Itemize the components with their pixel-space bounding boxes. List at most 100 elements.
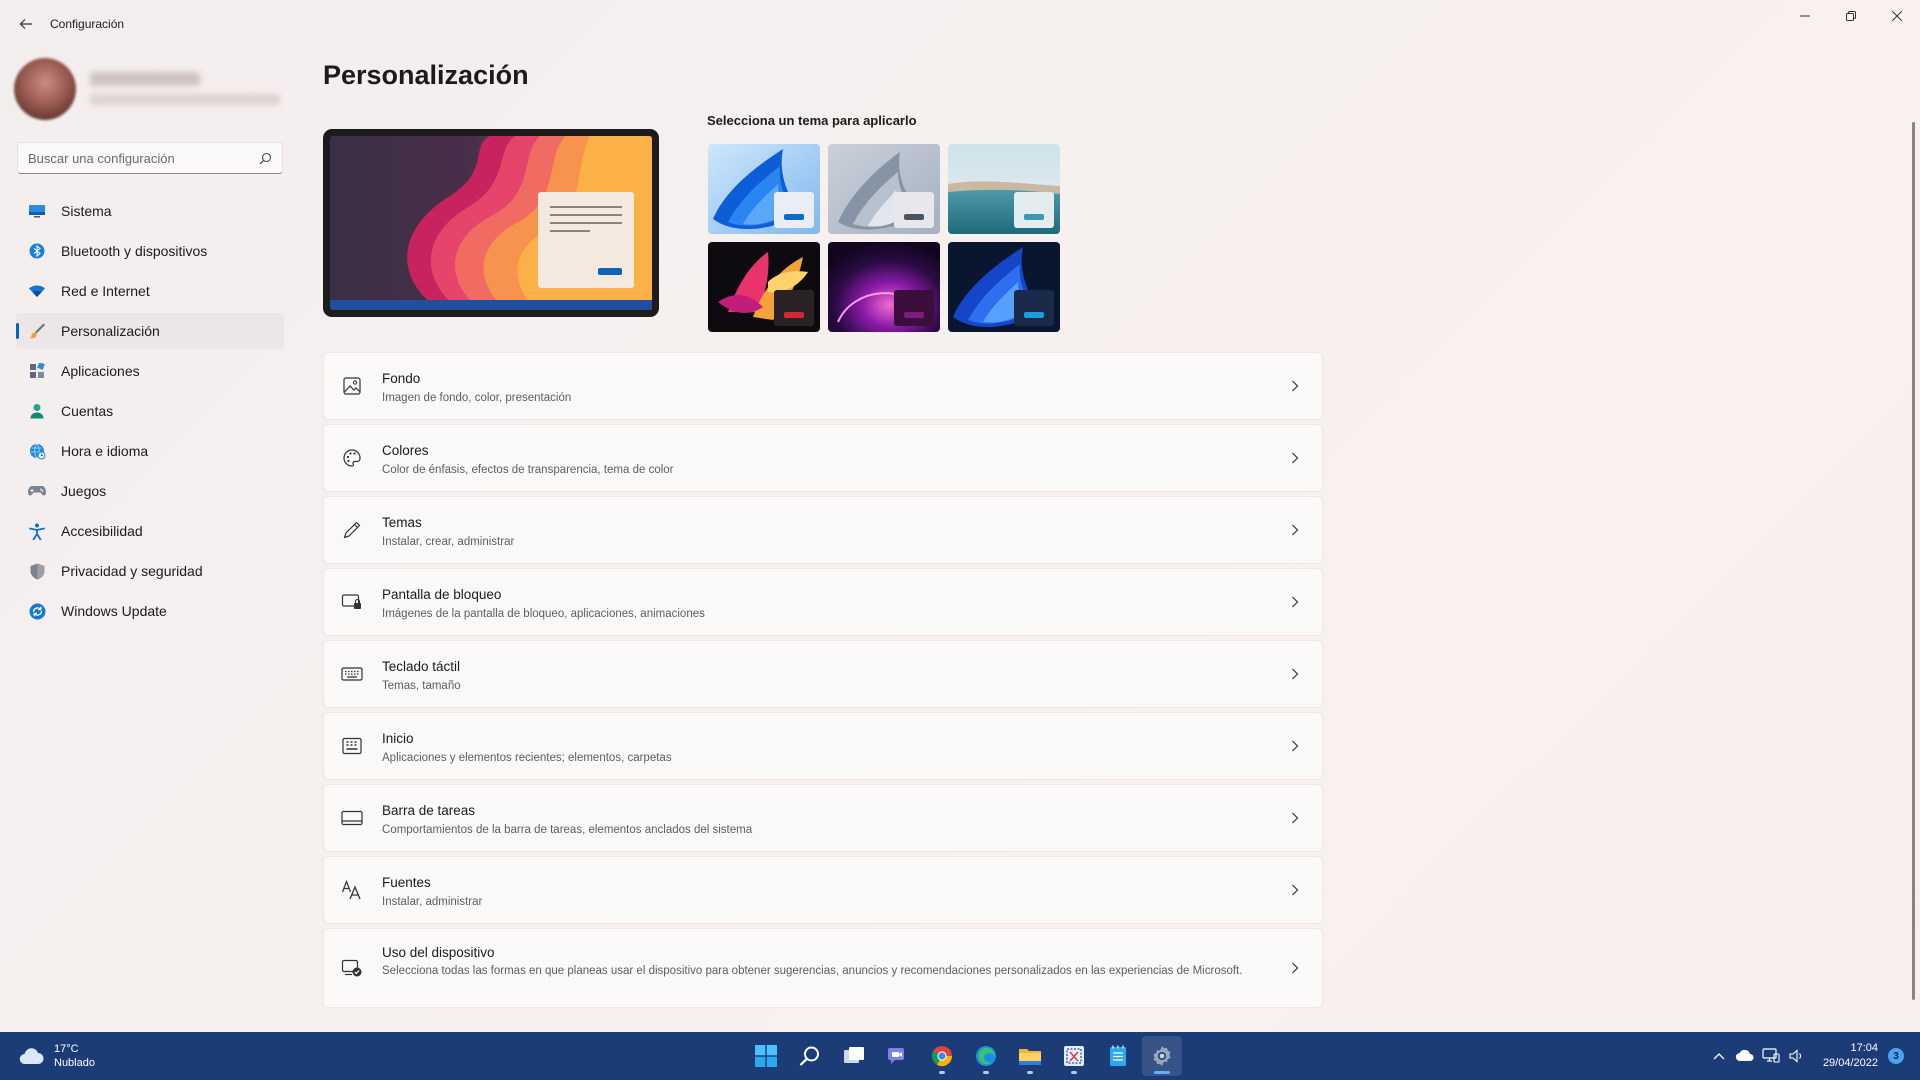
theme-tile-windows-light[interactable] [708, 144, 820, 234]
notepad-button[interactable] [1098, 1036, 1138, 1076]
volume-icon[interactable] [1785, 1044, 1809, 1068]
card-description: Comportamientos de la barra de tareas, e… [382, 824, 753, 836]
snipping-tool-icon [1064, 1046, 1084, 1066]
minimize-button[interactable] [1782, 0, 1828, 32]
chrome-button[interactable] [922, 1036, 962, 1076]
card-pantalla-bloqueo[interactable]: Pantalla de bloqueo Imágenes de la panta… [323, 568, 1323, 636]
sidebar-item-windows-update[interactable]: Windows Update [16, 593, 284, 629]
card-colores[interactable]: Colores Color de énfasis, efectos de tra… [323, 424, 1323, 492]
card-description: Color de énfasis, efectos de transparenc… [382, 464, 674, 476]
card-inicio[interactable]: Inicio Aplicaciones y elementos reciente… [323, 712, 1323, 780]
theme-tile-captured-motion[interactable] [948, 144, 1060, 234]
taskbar-icon [340, 806, 364, 830]
notification-badge[interactable]: 3 [1888, 1048, 1904, 1064]
sidebar-item-cuentas[interactable]: Cuentas [16, 393, 284, 429]
sidebar-item-red[interactable]: Red e Internet [16, 273, 284, 309]
settings-cards: Fondo Imagen de fondo, color, presentaci… [323, 352, 1323, 1012]
teams-chat-icon [888, 1048, 904, 1064]
card-temas[interactable]: Temas Instalar, crear, administrar [323, 496, 1323, 564]
restore-button[interactable] [1828, 0, 1874, 32]
sidebar-item-label: Aplicaciones [61, 363, 140, 379]
notepad-icon [1110, 1045, 1126, 1066]
close-icon [1892, 11, 1902, 21]
file-explorer-icon [1019, 1049, 1041, 1065]
chevron-right-icon [1288, 961, 1302, 975]
arrow-left-icon [19, 19, 32, 29]
network-icon[interactable] [1759, 1044, 1783, 1068]
teams-chat-button[interactable] [878, 1036, 918, 1076]
start-button[interactable] [746, 1036, 786, 1076]
card-title: Barra de tareas [382, 803, 476, 818]
card-title: Teclado táctil [382, 659, 461, 674]
sidebar-item-hora[interactable]: Hora e idioma [16, 433, 284, 469]
sidebar-item-accesibilidad[interactable]: Accesibilidad [16, 513, 284, 549]
sidebar-item-bluetooth[interactable]: Bluetooth y dispositivos [16, 233, 284, 269]
sidebar-item-aplicaciones[interactable]: Aplicaciones [16, 353, 284, 389]
system-tray: 17:04 29/04/2022 3 [1705, 1032, 1904, 1080]
card-fuentes[interactable]: Fuentes Instalar, administrar [323, 856, 1323, 924]
clock[interactable]: 17:04 29/04/2022 [1823, 1041, 1878, 1071]
keyboard-icon [340, 662, 364, 686]
search-box[interactable] [17, 142, 283, 174]
sidebar-item-personalizacion[interactable]: Personalización [16, 313, 284, 349]
edge-button[interactable] [966, 1036, 1006, 1076]
vertical-scrollbar[interactable] [1912, 122, 1915, 1000]
restore-icon [1846, 11, 1856, 21]
settings-button[interactable] [1142, 1036, 1182, 1076]
card-description: Temas, tamaño [382, 680, 461, 692]
card-fondo[interactable]: Fondo Imagen de fondo, color, presentaci… [323, 352, 1323, 420]
gamepad-icon [28, 482, 46, 500]
card-description: Selecciona todas las formas en que plane… [382, 965, 1243, 977]
sidebar-item-label: Personalización [61, 323, 160, 339]
start-icon [755, 1045, 777, 1067]
shield-icon [28, 562, 46, 580]
clock-date: 29/04/2022 [1822, 1057, 1878, 1069]
start-menu-icon [340, 734, 364, 758]
chevron-right-icon [1288, 595, 1302, 609]
taskbar-apps [744, 1036, 1184, 1076]
onedrive-icon[interactable] [1733, 1044, 1757, 1068]
sidebar-item-sistema[interactable]: Sistema [16, 193, 284, 229]
weather-condition: Nublado [54, 1057, 95, 1069]
theme-tile-windows-dark[interactable] [948, 242, 1060, 332]
chevron-right-icon [1288, 451, 1302, 465]
card-description: Imagen de fondo, color, presentación [382, 392, 572, 404]
card-description: Instalar, crear, administrar [382, 536, 515, 548]
chevron-up-icon[interactable] [1707, 1044, 1731, 1068]
preview-taskbar [330, 300, 652, 310]
card-description: Instalar, administrar [382, 896, 483, 908]
search-input[interactable] [28, 150, 259, 166]
pen-icon [340, 518, 364, 542]
themes-label: Selecciona un tema para aplicarlo [707, 113, 917, 128]
user-profile[interactable] [14, 58, 284, 124]
search-icon [799, 1046, 819, 1066]
file-explorer-button[interactable] [1010, 1036, 1050, 1076]
profile-email-blurred [90, 94, 280, 105]
card-uso-dispositivo[interactable]: Uso del dispositivo Selecciona todas las… [323, 928, 1323, 1008]
card-barra-tareas[interactable]: Barra de tareas Comportamientos de la ba… [323, 784, 1323, 852]
weather-widget[interactable]: 17°C Nublado [18, 1040, 95, 1072]
theme-tile-flow[interactable] [708, 242, 820, 332]
theme-preview-screen [330, 136, 652, 310]
theme-tile-sunrise[interactable] [828, 242, 940, 332]
weather-text: 17°C Nublado [54, 1042, 95, 1070]
taskbar-search-button[interactable] [790, 1036, 830, 1076]
sidebar-item-label: Juegos [61, 483, 107, 499]
sidebar-item-privacidad[interactable]: Privacidad y seguridad [16, 553, 284, 589]
wifi-icon [28, 282, 46, 300]
cloud-icon [19, 1048, 44, 1065]
card-teclado-tactil[interactable]: Teclado táctil Temas, tamaño [323, 640, 1323, 708]
app-title: Configuración [50, 17, 125, 31]
monitor-icon [28, 202, 46, 220]
card-title: Temas [382, 515, 422, 530]
card-title: Pantalla de bloqueo [382, 587, 502, 602]
snipping-tool-button[interactable] [1054, 1036, 1094, 1076]
theme-tile-windows-glow[interactable] [828, 144, 940, 234]
sidebar-item-juegos[interactable]: Juegos [16, 473, 284, 509]
apps-icon [28, 362, 46, 380]
task-view-button[interactable] [834, 1036, 874, 1076]
chevron-right-icon [1288, 811, 1302, 825]
chevron-right-icon [1288, 883, 1302, 897]
close-button[interactable] [1874, 0, 1920, 32]
back-button[interactable] [12, 10, 40, 38]
